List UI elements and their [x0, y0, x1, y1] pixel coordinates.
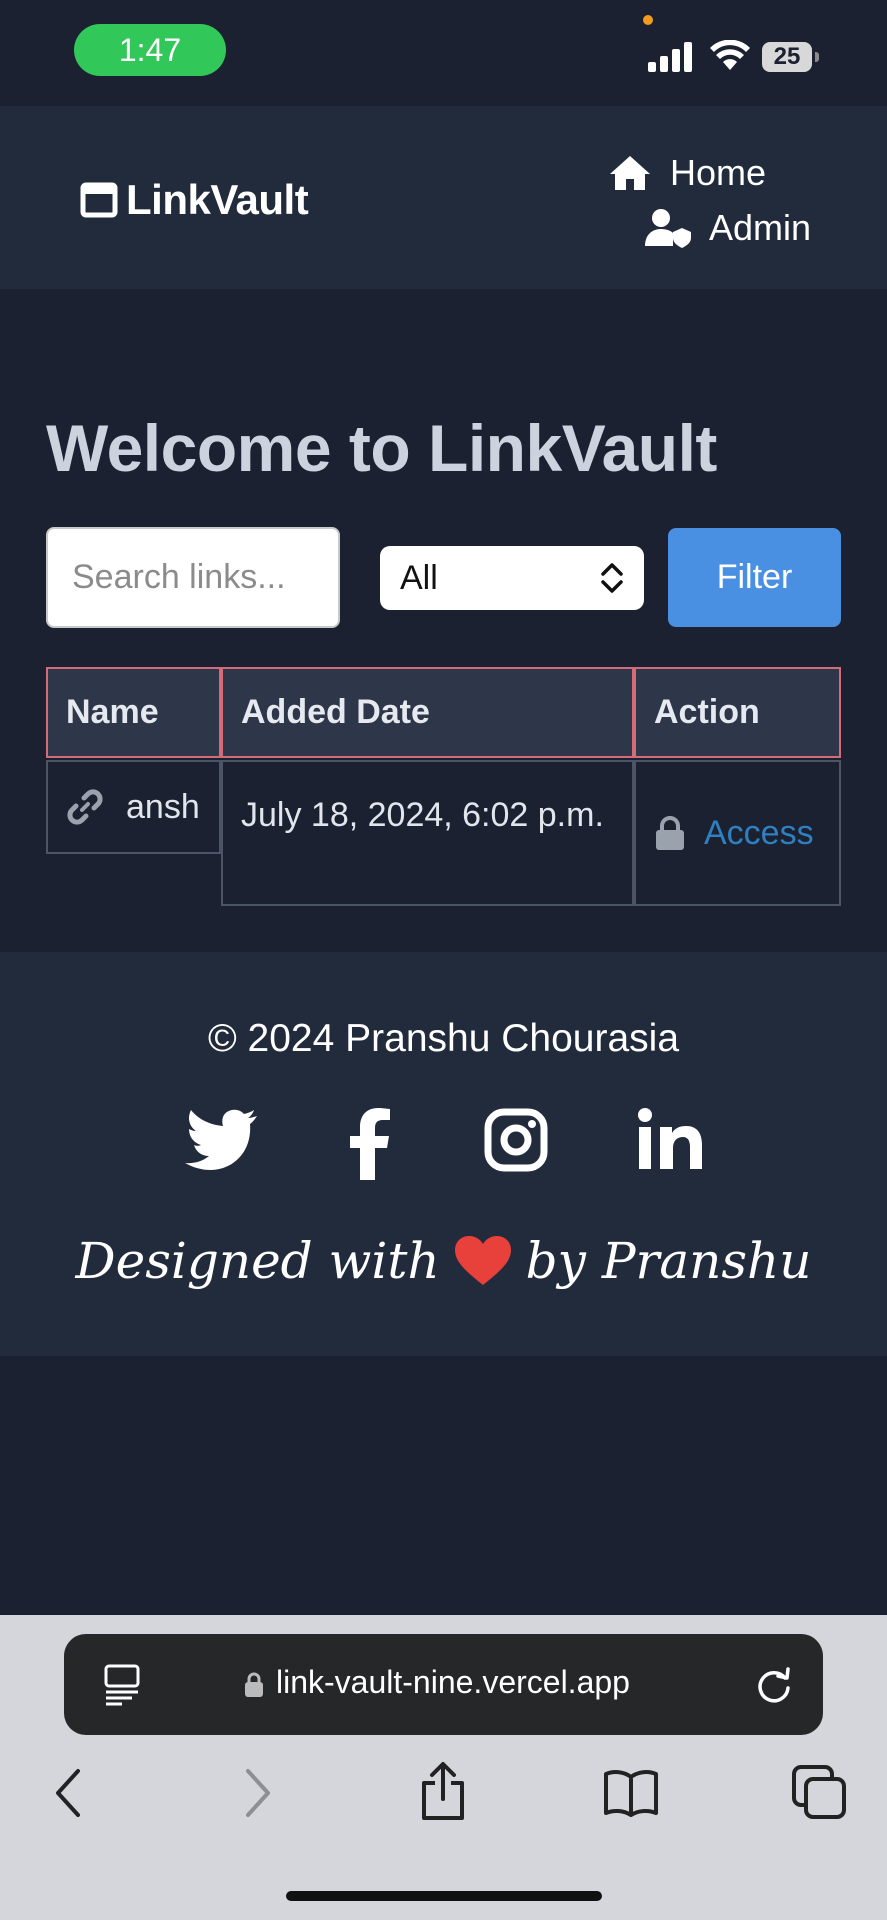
page-title: Welcome to LinkVault [46, 411, 717, 485]
category-select-value: All [400, 558, 438, 597]
access-link[interactable]: Access [704, 814, 814, 853]
browser-chrome: link-vault-nine.vercel.app [0, 1615, 887, 1920]
twitter-icon[interactable] [183, 1108, 257, 1170]
forward-icon[interactable] [240, 1765, 276, 1821]
window-icon [80, 182, 118, 218]
link-added-date: July 18, 2024, 6:02 p.m. [241, 796, 604, 834]
user-shield-icon [645, 209, 691, 248]
brand-name: LinkVault [126, 176, 309, 223]
lock-icon [245, 1672, 263, 1697]
share-icon[interactable] [420, 1761, 466, 1821]
wifi-icon [710, 40, 750, 70]
table-header-date: Added Date [221, 667, 634, 758]
reader-mode-icon[interactable] [102, 1664, 142, 1706]
site-footer: © 2024 Pranshu Chourasia Designed with b… [0, 952, 887, 1356]
home-icon [610, 156, 650, 190]
table-cell-name: ansh [46, 760, 221, 854]
chevron-up-down-icon [601, 563, 623, 593]
table-cell-date: July 18, 2024, 6:02 p.m. [221, 760, 634, 906]
facebook-icon[interactable] [348, 1108, 392, 1180]
link-name: ansh [126, 787, 200, 826]
battery-indicator: 25 [762, 42, 812, 72]
reload-icon[interactable] [754, 1664, 794, 1706]
table-cell-action: Access [634, 760, 841, 906]
designed-suffix: by Pranshu [525, 1232, 812, 1290]
category-select[interactable]: All [380, 546, 644, 610]
privacy-indicator-dot [643, 15, 653, 25]
table-header-name: Name [46, 667, 221, 758]
nav-admin-label: Admin [709, 207, 812, 248]
designed-prefix: Designed with [75, 1232, 440, 1290]
cellular-signal-icon [648, 42, 692, 72]
nav-home-link[interactable]: Home [608, 152, 766, 194]
instagram-icon[interactable] [484, 1108, 548, 1172]
filter-button[interactable]: Filter [668, 528, 841, 627]
linkedin-icon[interactable] [638, 1108, 704, 1170]
lock-icon [656, 816, 684, 850]
battery-tip [815, 52, 819, 62]
status-time: 1:47 [74, 24, 226, 76]
designed-by-text: Designed with by Pranshu [0, 1232, 887, 1290]
home-indicator [286, 1891, 602, 1901]
brand-logo[interactable]: LinkVault [80, 176, 309, 224]
site-header: LinkVault Home Admin [0, 106, 887, 289]
nav-home-label: Home [670, 152, 767, 193]
search-input[interactable] [46, 527, 340, 628]
back-icon[interactable] [50, 1765, 86, 1821]
address-bar[interactable]: link-vault-nine.vercel.app [64, 1634, 823, 1735]
copyright-text: © 2024 Pranshu Chourasia [207, 1017, 680, 1060]
tabs-icon[interactable] [792, 1765, 846, 1819]
heart-icon [454, 1236, 511, 1285]
status-bar: 1:47 25 [0, 0, 887, 106]
nav-admin-link[interactable]: Admin [645, 207, 811, 249]
table-header-action: Action [634, 667, 841, 758]
link-icon [67, 789, 103, 825]
bookmarks-icon[interactable] [603, 1769, 659, 1817]
url-text: link-vault-nine.vercel.app [276, 1664, 630, 1700]
